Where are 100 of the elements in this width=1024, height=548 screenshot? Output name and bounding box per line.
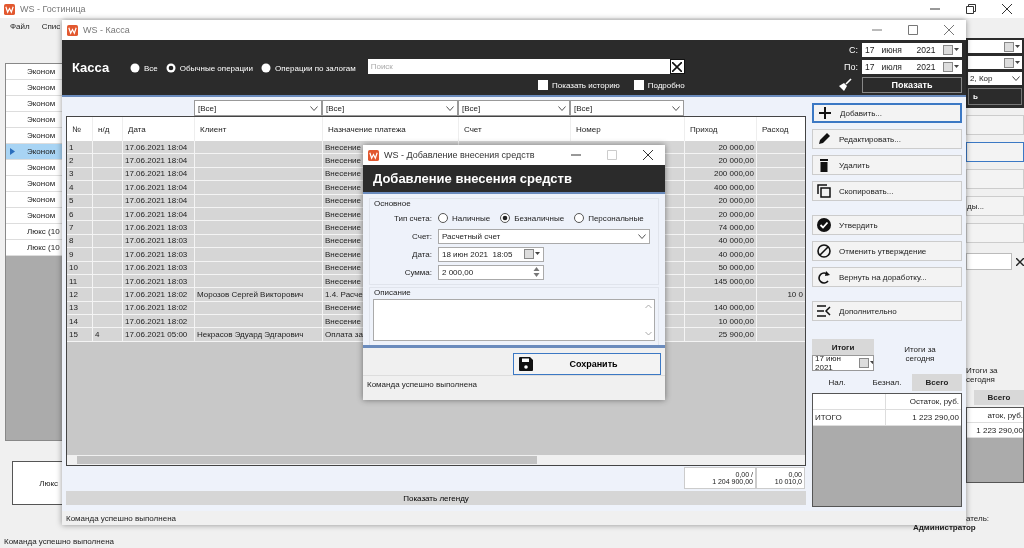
room-item[interactable]: Эконом bbox=[6, 80, 62, 96]
table-cell: Внесение bbox=[325, 236, 361, 246]
action-button[interactable]: Скопировать... bbox=[812, 181, 962, 201]
radio-icon[interactable] bbox=[500, 213, 511, 223]
action-button[interactable]: Дополнительно bbox=[812, 301, 962, 321]
tab[interactable]: Всего bbox=[974, 390, 1024, 405]
tab[interactable]: Нал. bbox=[812, 374, 862, 391]
table-cell: 6 bbox=[69, 209, 74, 219]
maximize-icon[interactable] bbox=[908, 25, 918, 35]
status-text: Команда успешно выполнена bbox=[4, 536, 115, 546]
table-cell: Внесение bbox=[325, 316, 361, 326]
radio-icon[interactable] bbox=[165, 63, 176, 73]
radio-option[interactable]: Персональные bbox=[574, 213, 644, 223]
action-button[interactable]: Редактировать... bbox=[812, 129, 962, 149]
close-icon[interactable] bbox=[1002, 4, 1012, 14]
calendar-icon[interactable] bbox=[943, 62, 959, 72]
room-item[interactable]: Эконом bbox=[6, 192, 62, 208]
input-field[interactable] bbox=[966, 253, 1013, 270]
filter-dropdown[interactable]: [Все] bbox=[194, 100, 322, 116]
dropdown[interactable]: 2, Кор bbox=[968, 72, 1022, 85]
description-field[interactable] bbox=[373, 299, 655, 341]
legend-button[interactable]: Показать легенду bbox=[66, 491, 806, 505]
close-icon bbox=[672, 61, 683, 72]
app-icon bbox=[67, 24, 78, 36]
calendar-icon[interactable] bbox=[524, 249, 540, 259]
radio-option[interactable]: Обычные операции bbox=[165, 63, 253, 73]
calendar-icon[interactable] bbox=[858, 358, 873, 368]
table-cell: 8 bbox=[69, 236, 74, 246]
horizontal-scrollbar[interactable] bbox=[67, 455, 805, 465]
room-item[interactable]: Люкс (10 bbox=[6, 240, 62, 256]
date-field[interactable]: 17 июля 2021 bbox=[862, 60, 962, 74]
tab[interactable]: Всего bbox=[912, 374, 962, 391]
pencil-icon bbox=[817, 132, 831, 146]
tab[interactable]: Итоги bbox=[812, 339, 874, 355]
user-name: Администратор bbox=[913, 523, 977, 532]
room-item[interactable]: Эконом bbox=[6, 128, 62, 144]
date-field[interactable]: 18 июн 2021 18:05 bbox=[438, 246, 544, 262]
table-cell: 17.06.2021 18:04 bbox=[125, 156, 188, 166]
room-item[interactable]: Эконом bbox=[6, 96, 62, 112]
broom-icon[interactable] bbox=[838, 78, 852, 92]
close-icon[interactable] bbox=[643, 150, 653, 160]
radio-icon[interactable] bbox=[574, 213, 585, 223]
radio-icon[interactable] bbox=[438, 213, 448, 223]
table-cell: Внесение bbox=[325, 156, 361, 166]
table-cell: 25 900,00 bbox=[718, 330, 754, 340]
menu-item[interactable]: Спис bbox=[41, 21, 61, 31]
tab[interactable]: Безнал. bbox=[862, 374, 912, 391]
spinner-icon[interactable] bbox=[533, 266, 540, 278]
checkbox-icon[interactable] bbox=[633, 80, 644, 90]
account-dropdown[interactable]: Расчетный счет bbox=[438, 228, 650, 244]
date-field[interactable]: 17 июня 2021 bbox=[862, 43, 962, 57]
table-cell: 400 000,00 bbox=[713, 182, 754, 192]
filter-dropdown[interactable]: [Все] bbox=[322, 100, 458, 116]
table-cell: 1 223 290,00 bbox=[912, 413, 959, 422]
action-button[interactable]: ды... bbox=[966, 196, 1024, 216]
filter-dropdown[interactable]: [Все] bbox=[458, 100, 570, 116]
calendar-icon[interactable] bbox=[1004, 57, 1020, 68]
action-button[interactable]: Вернуть на доработку... bbox=[812, 267, 962, 287]
save-button[interactable]: Сохранить bbox=[513, 353, 661, 375]
date-field[interactable] bbox=[968, 56, 1022, 69]
calendar-icon[interactable] bbox=[1004, 41, 1020, 52]
calendar-icon[interactable] bbox=[943, 45, 959, 55]
date-field[interactable] bbox=[968, 40, 1022, 53]
date-field[interactable]: 17 июн 2021 bbox=[812, 355, 874, 371]
room-item[interactable]: Эконом bbox=[6, 144, 62, 160]
action-button[interactable]: Удалить bbox=[812, 155, 962, 175]
room-item[interactable]: Эконом bbox=[6, 112, 62, 128]
action-button[interactable]: Добавить... bbox=[812, 103, 962, 123]
table-cell: Внесение bbox=[325, 169, 361, 179]
room-item[interactable]: Эконом bbox=[6, 160, 62, 176]
action-button[interactable]: Отменить утверждение bbox=[812, 241, 962, 261]
restore-icon[interactable] bbox=[966, 4, 976, 14]
amount-field[interactable]: 2 000,00 bbox=[438, 264, 544, 280]
filter-dropdown[interactable]: [Все] bbox=[570, 100, 684, 116]
checkbox-option[interactable]: Подробно bbox=[633, 80, 685, 90]
maximize-icon bbox=[607, 150, 617, 160]
show-button[interactable]: ь bbox=[968, 88, 1022, 105]
room-item[interactable]: Эконом bbox=[6, 176, 62, 192]
radio-option[interactable]: Безналичные bbox=[500, 213, 565, 223]
radio-option[interactable]: Все bbox=[130, 63, 158, 73]
show-button[interactable]: Показать bbox=[862, 77, 962, 93]
menu-item[interactable]: Файл bbox=[10, 21, 30, 31]
radio-option[interactable]: Наличные bbox=[438, 213, 491, 223]
column-header: Остаток, руб. bbox=[909, 397, 959, 406]
action-button[interactable]: Утвердить bbox=[812, 215, 962, 235]
radio-icon[interactable] bbox=[130, 63, 140, 73]
radio-option[interactable]: Операции по залогам bbox=[261, 63, 356, 73]
checkbox-icon[interactable] bbox=[538, 80, 548, 90]
search-field[interactable]: Поиск bbox=[367, 59, 670, 74]
plus-icon bbox=[818, 106, 832, 120]
room-item[interactable]: Люкс (10 bbox=[6, 224, 62, 240]
room-item[interactable]: Эконом bbox=[6, 64, 62, 80]
checkbox-option[interactable]: Показать историю bbox=[538, 80, 620, 90]
clear-icon[interactable] bbox=[1016, 257, 1024, 266]
room-item[interactable]: Эконом bbox=[6, 208, 62, 224]
action-button[interactable] bbox=[966, 142, 1024, 162]
table-cell: Внесение bbox=[325, 276, 361, 286]
radio-icon[interactable] bbox=[261, 63, 271, 73]
row-pointer-icon bbox=[10, 148, 15, 155]
room-box[interactable]: Люкс bbox=[12, 461, 62, 505]
